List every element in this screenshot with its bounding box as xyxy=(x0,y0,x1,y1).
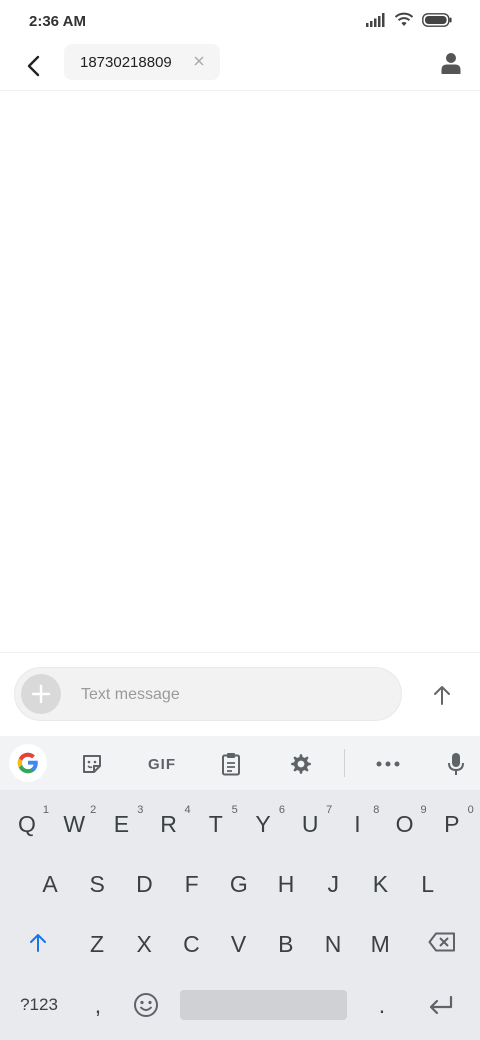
key-label: I xyxy=(354,810,361,837)
emoji-key[interactable] xyxy=(128,986,164,1024)
compose-field xyxy=(14,667,402,721)
google-icon xyxy=(17,752,38,774)
symbols-key[interactable]: ?123 xyxy=(10,986,68,1024)
contact-button[interactable] xyxy=(436,48,466,78)
key-number-hint: 1 xyxy=(42,804,49,816)
key-m[interactable]: M xyxy=(358,922,402,966)
recipient-chip[interactable]: 18730218809 xyxy=(64,44,220,80)
backspace-icon xyxy=(428,932,455,952)
key-number-hint: 7 xyxy=(326,804,333,816)
key-number-hint: 6 xyxy=(278,804,285,816)
sticker-icon xyxy=(83,755,101,773)
key-label: U xyxy=(301,810,319,837)
key-o[interactable]: O9 xyxy=(383,802,427,846)
key-t[interactable]: T5 xyxy=(194,802,238,846)
more-button[interactable] xyxy=(371,747,405,781)
send-button[interactable] xyxy=(426,679,458,711)
key-number-hint: 8 xyxy=(373,804,380,816)
key-label: W xyxy=(63,810,86,837)
voice-button[interactable] xyxy=(439,747,473,781)
arrow-up-icon xyxy=(434,686,450,705)
key-c[interactable]: C xyxy=(169,922,213,966)
key-label: E xyxy=(113,810,130,837)
microphone-icon xyxy=(448,753,464,775)
key-number-hint: 5 xyxy=(231,804,238,816)
key-z[interactable]: Z xyxy=(75,922,119,966)
key-d[interactable]: D xyxy=(122,862,166,906)
close-icon[interactable] xyxy=(192,54,206,68)
more-horizontal-icon xyxy=(376,761,400,767)
key-label: P xyxy=(444,810,460,837)
key-k[interactable]: K xyxy=(358,862,402,906)
google-button[interactable] xyxy=(9,744,47,782)
recipient-number: 18730218809 xyxy=(80,53,172,71)
key-l[interactable]: L xyxy=(406,862,450,906)
clipboard-icon xyxy=(222,753,240,776)
key-u[interactable]: U7 xyxy=(288,802,332,846)
clipboard-button[interactable] xyxy=(214,747,248,781)
shift-key[interactable] xyxy=(18,922,58,962)
comma-key[interactable]: , xyxy=(80,986,116,1024)
key-e[interactable]: E3 xyxy=(99,802,144,846)
key-j[interactable]: J xyxy=(311,862,355,906)
key-number-hint: 3 xyxy=(137,804,144,816)
key-n[interactable]: N xyxy=(311,922,355,966)
key-label: Q xyxy=(18,810,36,837)
space-key[interactable] xyxy=(180,990,347,1020)
status-bar: 2:36 AM xyxy=(0,0,480,44)
attach-button[interactable] xyxy=(21,674,61,714)
backspace-key[interactable] xyxy=(422,922,462,962)
period-key[interactable]: . xyxy=(364,986,400,1024)
key-q[interactable]: Q1 xyxy=(5,802,49,846)
shift-arrow-icon xyxy=(30,934,46,952)
key-y[interactable]: Y6 xyxy=(241,802,285,846)
key-a[interactable]: A xyxy=(28,862,72,906)
enter-key[interactable] xyxy=(420,986,462,1024)
battery-icon xyxy=(422,12,452,27)
keyboard: G I F Q 1 W 2 E 3 R 4 T 5 Y 6 U 7 I 8 O 9 … xyxy=(0,736,480,1040)
wifi-icon xyxy=(394,12,414,26)
key-g[interactable]: G xyxy=(217,862,261,906)
key-w[interactable]: W2 xyxy=(52,802,96,846)
status-icons xyxy=(366,12,452,27)
key-label: O xyxy=(395,810,414,837)
gear-icon xyxy=(291,754,311,774)
gif-button[interactable]: GIF xyxy=(144,747,180,781)
key-r[interactable]: R4 xyxy=(147,802,191,846)
key-label: R xyxy=(160,810,177,837)
signal-icon xyxy=(366,12,385,27)
gif-label: GIF xyxy=(148,755,176,773)
key-v[interactable]: V xyxy=(217,922,261,966)
key-b[interactable]: B xyxy=(264,922,308,966)
key-p[interactable]: P0 xyxy=(430,802,474,846)
conversation-header: 18730218809 xyxy=(0,44,480,91)
enter-arrow-icon xyxy=(429,995,453,1015)
key-label: T xyxy=(208,810,223,837)
settings-button[interactable] xyxy=(284,747,318,781)
compose-bar xyxy=(0,652,480,737)
status-time: 2:36 AM xyxy=(29,13,86,30)
key-f[interactable]: F xyxy=(170,862,214,906)
key-number-hint: 4 xyxy=(184,804,191,816)
back-arrow-icon xyxy=(27,55,40,77)
plus-icon xyxy=(31,684,51,704)
key-i[interactable]: I8 xyxy=(335,802,379,846)
key-number-hint: 9 xyxy=(420,804,427,816)
key-h[interactable]: H xyxy=(264,862,308,906)
message-input[interactable] xyxy=(79,680,383,710)
back-button[interactable] xyxy=(18,50,50,82)
key-number-hint: 0 xyxy=(467,804,474,816)
keyboard-toolbar: GIF xyxy=(0,736,480,790)
key-number-hint: 2 xyxy=(90,804,97,816)
person-icon xyxy=(441,53,461,74)
sticker-button[interactable] xyxy=(75,747,109,781)
key-s[interactable]: S xyxy=(75,862,119,906)
emoji-icon xyxy=(134,993,158,1017)
key-label: Y xyxy=(255,810,271,837)
key-x[interactable]: X xyxy=(122,922,166,966)
toolbar-divider xyxy=(344,749,345,777)
